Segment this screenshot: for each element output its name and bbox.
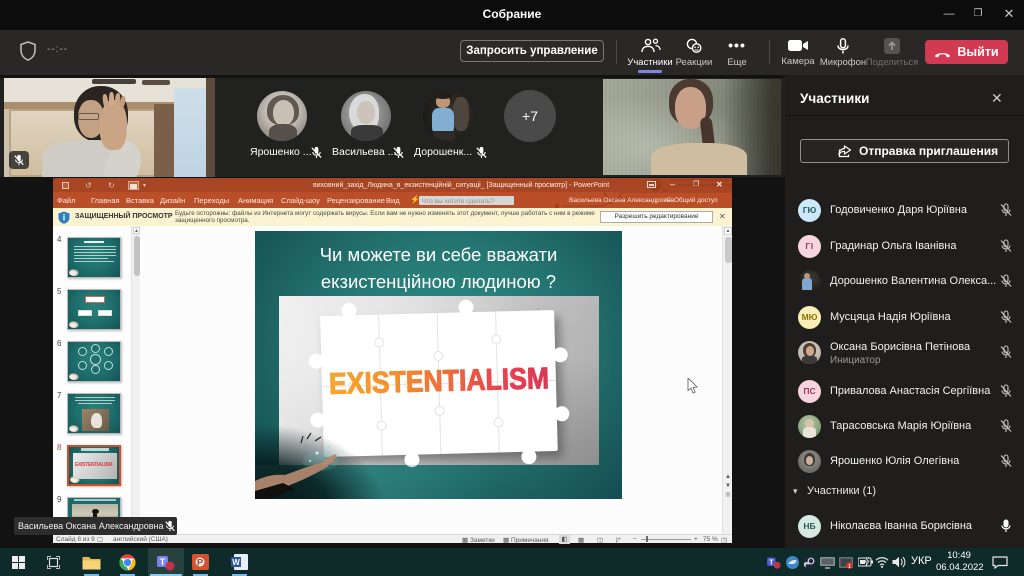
svg-text:W: W — [232, 558, 240, 567]
svg-text:T: T — [160, 557, 166, 567]
svg-text:P: P — [197, 558, 204, 569]
svg-text:i: i — [63, 213, 66, 223]
svg-text:1: 1 — [848, 564, 851, 569]
svg-text:EXISTENTIALISM: EXISTENTIALISM — [329, 362, 550, 401]
